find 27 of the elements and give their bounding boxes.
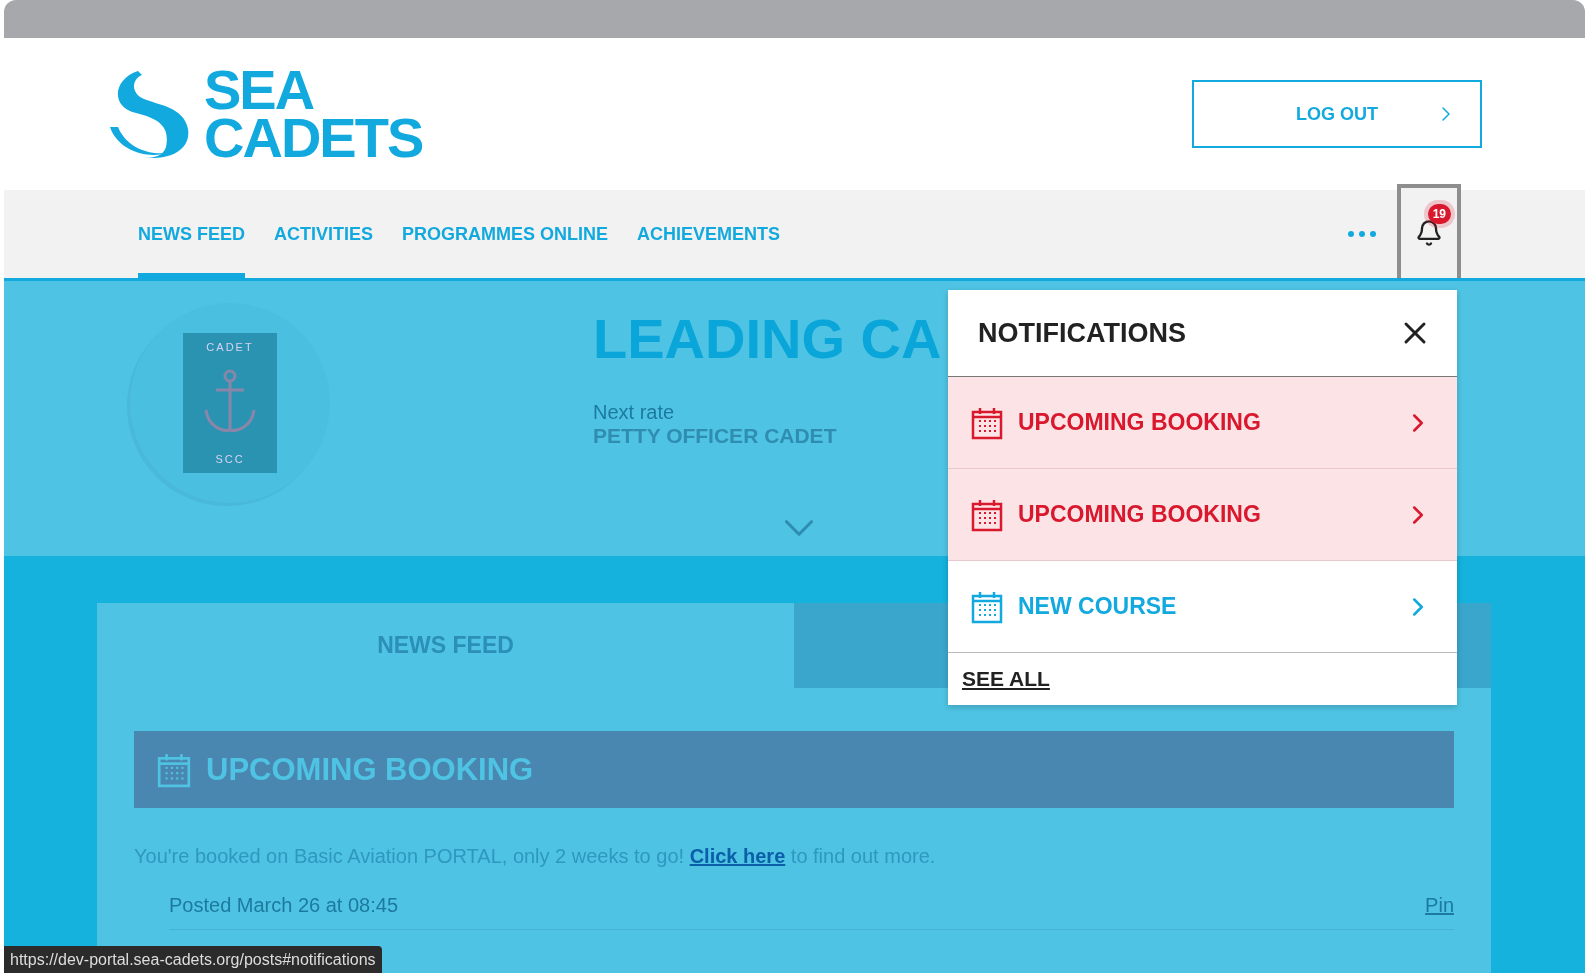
logo-text: SEA CADETS — [204, 66, 423, 162]
badge-label: CADET — [206, 341, 254, 353]
see-all-link[interactable]: SEE ALL — [948, 653, 1457, 705]
dropdown-title: NOTIFICATIONS — [978, 317, 1186, 349]
notification-count: 19 — [1427, 204, 1451, 224]
notifications-button[interactable]: 19 — [1397, 184, 1461, 278]
click-here-link[interactable]: Click here — [689, 845, 786, 867]
notification-item[interactable]: UPCOMING BOOKING — [948, 377, 1457, 469]
rank-title: LEADING CA — [593, 311, 942, 367]
calendar-icon — [970, 405, 1004, 440]
logout-button[interactable]: LOG OUT — [1192, 80, 1482, 148]
notification-item[interactable]: UPCOMING BOOKING — [948, 469, 1457, 561]
pin-link[interactable]: Pin — [1425, 894, 1454, 917]
next-rate-label: Next rate — [593, 401, 676, 424]
badge-label: SCC — [215, 453, 245, 465]
more-icon[interactable] — [1347, 230, 1377, 238]
nav-tab[interactable]: PROGRAMMES ONLINE — [402, 190, 609, 278]
notification-item[interactable]: NEW COURSE — [948, 561, 1457, 653]
bell-icon — [1415, 219, 1443, 247]
posted-date: Posted March 26 at 08:45 — [169, 894, 399, 917]
calendar-icon — [970, 589, 1004, 624]
post-title: UPCOMING BOOKING — [206, 751, 534, 788]
calendar-icon — [156, 751, 192, 788]
status-url: https://dev-portal.sea-cadets.org/posts#notifications — [4, 946, 382, 973]
calendar-icon — [970, 497, 1004, 532]
nav-tab[interactable]: ACTIVITIES — [274, 190, 374, 278]
nav-tab[interactable]: ACHIEVEMENTS — [637, 190, 781, 278]
